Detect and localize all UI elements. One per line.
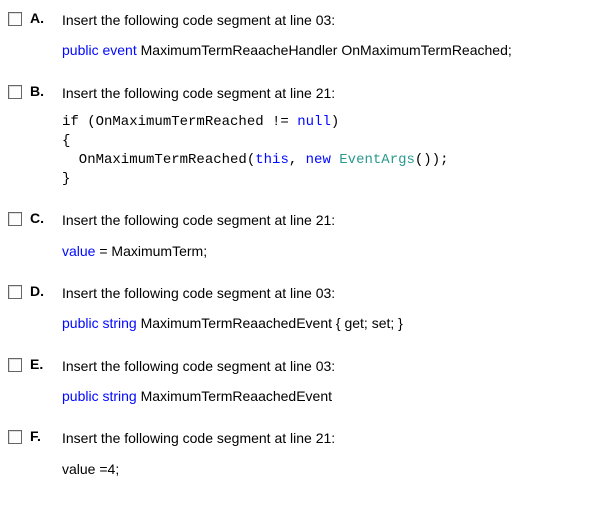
code-token: MaximumTermReaachedEvent { get; set; } xyxy=(137,315,403,331)
code-line: public string MaximumTermReaachedEvent xyxy=(62,386,586,406)
code-token: { xyxy=(62,133,70,149)
code-token: EventArgs xyxy=(339,152,415,168)
code-token: string xyxy=(102,315,136,331)
code-line: value = MaximumTerm; xyxy=(62,241,586,261)
option-letter: D. xyxy=(30,283,52,299)
option-code: public event MaximumTermReaacheHandler O… xyxy=(62,40,586,60)
code-token: , xyxy=(289,152,306,168)
option-checkbox[interactable] xyxy=(8,430,22,444)
code-token: value xyxy=(62,243,95,259)
option-row: F. Insert the following code segment at l… xyxy=(8,428,586,479)
options-list: A. Insert the following code segment at l… xyxy=(0,0,594,511)
code-line: OnMaximumTermReached(this, new EventArgs… xyxy=(62,151,586,170)
option-content: Insert the following code segment at lin… xyxy=(62,356,586,407)
code-token: new xyxy=(306,152,331,168)
code-token: ) xyxy=(331,114,339,130)
option-row: A. Insert the following code segment at l… xyxy=(8,10,586,61)
code-token: value =4; xyxy=(62,461,119,477)
option-statement: Insert the following code segment at lin… xyxy=(62,10,586,30)
option-content: Insert the following code segment at lin… xyxy=(62,283,586,334)
code-token: MaximumTermReaacheHandler OnMaximumTermR… xyxy=(137,42,512,58)
option-content: Insert the following code segment at lin… xyxy=(62,428,586,479)
option-letter: C. xyxy=(30,210,52,226)
option-row: B. Insert the following code segment at l… xyxy=(8,83,586,189)
option-code: value = MaximumTerm; xyxy=(62,241,586,261)
code-line: value =4; xyxy=(62,459,586,479)
code-token: public xyxy=(62,42,99,58)
option-code: public string MaximumTermReaachedEvent xyxy=(62,386,586,406)
option-checkbox[interactable] xyxy=(8,358,22,372)
option-statement: Insert the following code segment at lin… xyxy=(62,210,586,230)
option-content: Insert the following code segment at lin… xyxy=(62,83,586,189)
option-statement: Insert the following code segment at lin… xyxy=(62,283,586,303)
code-token: public xyxy=(62,315,99,331)
code-token: MaximumTermReaachedEvent xyxy=(137,388,332,404)
code-token: if (OnMaximumTermReached != xyxy=(62,114,297,130)
code-line: public string MaximumTermReaachedEvent {… xyxy=(62,313,586,333)
option-letter: F. xyxy=(30,428,52,444)
code-line: { xyxy=(62,132,586,151)
option-statement: Insert the following code segment at lin… xyxy=(62,428,586,448)
option-code: public string MaximumTermReaachedEvent {… xyxy=(62,313,586,333)
code-token: ()); xyxy=(415,152,449,168)
option-checkbox[interactable] xyxy=(8,12,22,26)
option-code: if (OnMaximumTermReached != null){ OnMax… xyxy=(62,113,586,189)
option-checkbox[interactable] xyxy=(8,212,22,226)
option-code: value =4; xyxy=(62,459,586,479)
code-token: } xyxy=(62,171,70,187)
code-token: OnMaximumTermReached( xyxy=(62,152,255,168)
option-row: E. Insert the following code segment at l… xyxy=(8,356,586,407)
code-line: public event MaximumTermReaacheHandler O… xyxy=(62,40,586,60)
code-line: } xyxy=(62,170,586,189)
option-letter: A. xyxy=(30,10,52,26)
code-token: this xyxy=(255,152,289,168)
option-row: D. Insert the following code segment at l… xyxy=(8,283,586,334)
option-statement: Insert the following code segment at lin… xyxy=(62,83,586,103)
option-row: C. Insert the following code segment at l… xyxy=(8,210,586,261)
option-statement: Insert the following code segment at lin… xyxy=(62,356,586,376)
option-letter: B. xyxy=(30,83,52,99)
option-letter: E. xyxy=(30,356,52,372)
code-token: public xyxy=(62,388,99,404)
code-token: null xyxy=(297,114,331,130)
option-checkbox[interactable] xyxy=(8,85,22,99)
option-content: Insert the following code segment at lin… xyxy=(62,10,586,61)
code-token: = MaximumTerm; xyxy=(95,243,207,259)
option-checkbox[interactable] xyxy=(8,285,22,299)
code-token: event xyxy=(102,42,136,58)
code-token: string xyxy=(102,388,136,404)
code-line: if (OnMaximumTermReached != null) xyxy=(62,113,586,132)
option-content: Insert the following code segment at lin… xyxy=(62,210,586,261)
